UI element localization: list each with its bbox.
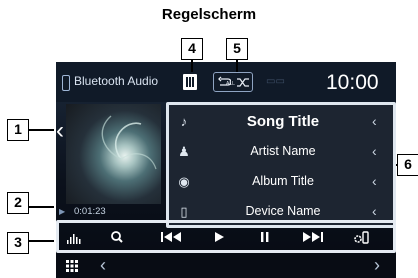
chevron-left-icon: ‹	[372, 173, 377, 189]
play-icon[interactable]	[211, 228, 227, 246]
bottom-left-arrow[interactable]: ‹	[100, 255, 106, 276]
callout-1: 1	[7, 119, 29, 141]
shuffle-icon[interactable]	[236, 77, 250, 88]
eq-icon[interactable]	[65, 228, 83, 246]
search-icon[interactable]	[109, 228, 125, 246]
settings-icon[interactable]	[351, 228, 371, 246]
play-status-icon: ▶	[59, 207, 66, 216]
artist-name-row[interactable]: ♟ Artist Name ‹	[169, 138, 393, 168]
callout-2-line	[29, 206, 54, 208]
chevron-left-icon: ‹	[372, 143, 377, 159]
repeat-shuffle-buttons: ALL	[213, 72, 253, 92]
bluetooth-device-icon[interactable]	[182, 72, 198, 92]
chevron-left-icon: ‹	[372, 203, 377, 219]
control-button-bar	[56, 220, 396, 253]
artwork-swirl	[101, 115, 157, 170]
media-panel-left-arrow[interactable]: ‹	[56, 117, 64, 145]
menu-grid-icon[interactable]	[66, 260, 78, 272]
song-title-row[interactable]: ♪ Song Title ‹	[169, 108, 393, 138]
callout-5: 5	[226, 38, 248, 60]
callout-3-line	[29, 240, 54, 242]
source-title: Bluetooth Audio	[74, 74, 159, 88]
album-title: Album Title	[252, 174, 314, 188]
next-icon[interactable]	[299, 228, 325, 246]
bottom-bar: ‹ ›	[56, 254, 396, 278]
device-icon: ▯	[180, 204, 188, 219]
callout-2: 2	[7, 192, 29, 214]
chevron-left-icon: ‹	[372, 113, 377, 129]
previous-icon[interactable]	[159, 228, 185, 246]
album-title-row[interactable]: ◉ Album Title ‹	[169, 168, 393, 198]
song-title: Song Title	[246, 113, 320, 130]
bottom-right-arrow[interactable]: ›	[374, 255, 380, 276]
device-name: Device Name	[245, 204, 321, 218]
callout-1-line	[29, 129, 54, 131]
note-icon: ♪	[180, 114, 188, 129]
repeat-mode-label: ALL	[226, 81, 235, 87]
pause-icon[interactable]	[257, 228, 273, 246]
callout-4-line	[191, 60, 193, 72]
artist-icon: ♟	[178, 144, 190, 159]
clock: 10:00	[326, 71, 379, 94]
callout-6-line	[396, 164, 397, 166]
page-heading: Regelscherm	[161, 6, 257, 23]
control-screen: Bluetooth Audio ALL ▭▭ 10:00 ‹ ♪ Song Ti…	[56, 62, 396, 278]
tag-info-panel: ♪ Song Title ‹ ♟ Artist Name ‹ ◉ Album T…	[166, 102, 396, 228]
status-indicator-icon: ▭▭	[266, 76, 285, 87]
phone-icon	[62, 75, 70, 91]
album-icon: ◉	[178, 174, 190, 189]
album-artwork	[66, 104, 161, 204]
callout-5-line	[236, 60, 238, 72]
artist-name: Artist Name	[250, 144, 316, 158]
callout-3: 3	[7, 232, 29, 254]
callout-6: 6	[397, 154, 418, 176]
callout-4: 4	[181, 38, 203, 60]
status-bar: Bluetooth Audio ALL ▭▭ 10:00	[56, 62, 396, 102]
play-time: 0:01:23	[74, 206, 106, 217]
